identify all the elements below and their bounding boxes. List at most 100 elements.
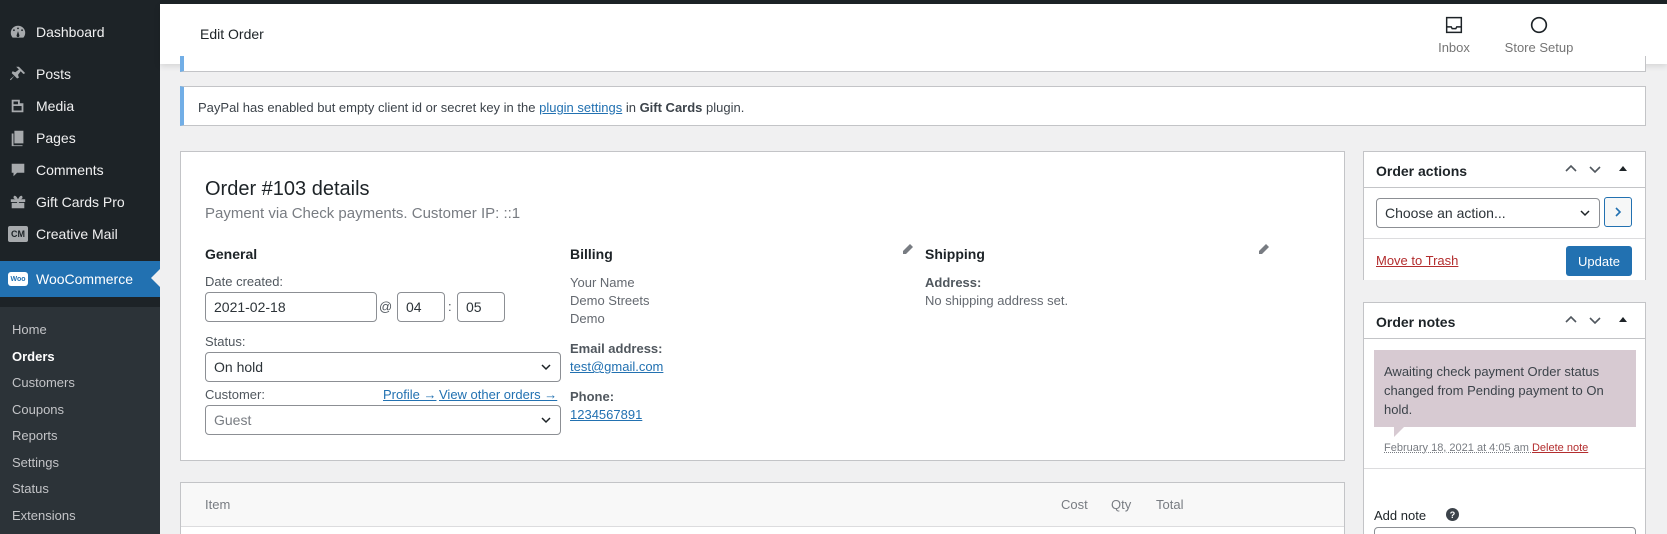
chevron-right-icon bbox=[1615, 207, 1622, 217]
order-heading: Order #103 details bbox=[205, 178, 370, 200]
submenu-item-status[interactable]: Status bbox=[12, 481, 49, 496]
shipping-address-label: Address: bbox=[925, 275, 982, 290]
inbox-label: Inbox bbox=[1438, 40, 1470, 55]
submenu-item-orders[interactable]: Orders bbox=[12, 349, 55, 364]
woocommerce-submenu: Home Orders Customers Coupons Reports Se… bbox=[0, 307, 160, 534]
submenu-item-home[interactable]: Home bbox=[12, 322, 47, 337]
status-value: On hold bbox=[214, 359, 264, 375]
order-notes-box: Order notes Awaiting check payment Order… bbox=[1363, 302, 1646, 534]
submenu-item-coupons[interactable]: Coupons bbox=[12, 402, 64, 417]
help-icon[interactable]: ? bbox=[1446, 508, 1459, 521]
store-setup-label: Store Setup bbox=[1504, 40, 1574, 55]
submenu-item-reports[interactable]: Reports bbox=[12, 428, 58, 443]
submenu-item-extensions[interactable]: Extensions bbox=[12, 508, 76, 523]
sidebar-item-label: Dashboard bbox=[36, 24, 105, 40]
date-created-label: Date created: bbox=[205, 274, 284, 289]
hour-input[interactable]: 04 bbox=[397, 292, 445, 322]
sidebar-item-media[interactable]: Media bbox=[0, 89, 160, 123]
admin-notice-partial bbox=[180, 56, 1646, 72]
woocommerce-icon: Woo bbox=[8, 269, 28, 289]
store-setup-button[interactable]: Store Setup bbox=[1499, 14, 1579, 55]
phone-label: Phone: bbox=[570, 389, 615, 404]
paypal-notice-text: PayPal has enabled but empty client id o… bbox=[198, 100, 745, 115]
edit-billing-pencil-icon[interactable] bbox=[902, 243, 914, 255]
move-down-icon[interactable] bbox=[1588, 313, 1602, 327]
chevron-down-icon bbox=[1580, 210, 1590, 217]
order-actions-footer: Move to Trash Update bbox=[1364, 238, 1645, 280]
admin-sidebar: Dashboard Posts Media Pages Comments Gif… bbox=[0, 0, 160, 534]
move-down-icon[interactable] bbox=[1588, 162, 1602, 176]
sidebar-item-label: Creative Mail bbox=[36, 226, 118, 242]
paypal-notice: PayPal has enabled but empty client id o… bbox=[180, 86, 1646, 126]
sidebar-item-posts[interactable]: Posts bbox=[0, 57, 160, 91]
customer-profile-link[interactable]: Profile → bbox=[383, 387, 436, 402]
order-items-panel: Item Cost Qty Total bbox=[180, 482, 1345, 534]
dashboard-icon bbox=[8, 22, 28, 42]
order-notes-title: Order notes bbox=[1376, 314, 1456, 330]
billing-phone-link[interactable]: 1234567891 bbox=[570, 407, 642, 422]
sidebar-item-comments[interactable]: Comments bbox=[0, 153, 160, 187]
at-separator: @ bbox=[379, 299, 393, 314]
sidebar-item-woocommerce[interactable]: Woo WooCommerce bbox=[0, 261, 160, 297]
customer-select[interactable]: Guest bbox=[205, 405, 561, 435]
shipping-title: Shipping bbox=[925, 246, 985, 262]
sidebar-item-label: WooCommerce bbox=[36, 271, 133, 287]
order-notes-header: Order notes bbox=[1364, 303, 1645, 339]
general-title: General bbox=[205, 246, 258, 262]
order-action-value: Choose an action... bbox=[1385, 205, 1506, 221]
customer-value: Guest bbox=[214, 412, 252, 428]
billing-email-link[interactable]: test@gmail.com bbox=[570, 359, 663, 374]
store-setup-progress-icon bbox=[1530, 16, 1548, 34]
view-other-orders-link[interactable]: View other orders → bbox=[439, 387, 557, 402]
collapse-toggle-icon[interactable] bbox=[1616, 162, 1630, 176]
order-note: Awaiting check payment Order status chan… bbox=[1374, 350, 1636, 437]
add-note-textarea[interactable] bbox=[1374, 527, 1636, 534]
items-table-header: Item Cost Qty Total bbox=[181, 483, 1344, 527]
collapse-toggle-icon[interactable] bbox=[1616, 313, 1630, 327]
media-icon bbox=[8, 96, 28, 116]
page-title: Edit Order bbox=[200, 26, 264, 42]
column-header-cost: Cost bbox=[1061, 497, 1088, 512]
billing-title: Billing bbox=[570, 246, 613, 262]
order-note-meta: February 18, 2021 at 4:05 am Delete note bbox=[1384, 442, 1588, 454]
creative-mail-icon: CM bbox=[8, 224, 28, 244]
date-created-input[interactable]: 2021-02-18 bbox=[205, 292, 377, 322]
sidebar-item-pages[interactable]: Pages bbox=[0, 121, 160, 155]
sidebar-item-dashboard[interactable]: Dashboard bbox=[0, 15, 160, 49]
inbox-button[interactable]: Inbox bbox=[1414, 14, 1494, 55]
comment-icon bbox=[8, 160, 28, 180]
billing-address-line: Demo Streets bbox=[570, 293, 650, 308]
order-details-panel: Order #103 details Payment via Check pay… bbox=[180, 151, 1345, 461]
add-note-label: Add note bbox=[1374, 508, 1427, 523]
move-to-trash-link[interactable]: Move to Trash bbox=[1376, 253, 1458, 268]
email-label: Email address: bbox=[570, 341, 663, 356]
sidebar-item-gift-cards-pro[interactable]: Gift Cards Pro bbox=[0, 185, 160, 219]
order-payment-info: Payment via Check payments. Customer IP:… bbox=[205, 205, 521, 222]
plugin-settings-link[interactable]: plugin settings bbox=[539, 100, 622, 115]
column-header-qty: Qty bbox=[1111, 497, 1132, 512]
apply-action-button[interactable] bbox=[1604, 197, 1632, 227]
order-action-select[interactable]: Choose an action... bbox=[1376, 198, 1600, 228]
status-select[interactable]: On hold bbox=[205, 352, 561, 382]
billing-address-line: Demo bbox=[570, 311, 605, 326]
move-up-icon[interactable] bbox=[1564, 162, 1578, 176]
gift-cards-icon bbox=[8, 192, 28, 212]
submenu-item-settings[interactable]: Settings bbox=[12, 455, 59, 470]
note-date: February 18, 2021 at 4:05 am bbox=[1384, 442, 1532, 454]
minute-input[interactable]: 05 bbox=[457, 292, 505, 322]
chevron-down-icon bbox=[541, 417, 551, 424]
sidebar-item-label: Gift Cards Pro bbox=[36, 194, 125, 210]
delete-note-link[interactable]: Delete note bbox=[1532, 442, 1588, 454]
page-header: Edit Order Inbox Store Setup bbox=[160, 4, 1667, 64]
inbox-icon bbox=[1445, 16, 1463, 34]
sidebar-item-label: Posts bbox=[36, 66, 72, 82]
submenu-item-customers[interactable]: Customers bbox=[12, 375, 75, 390]
update-button[interactable]: Update bbox=[1566, 246, 1632, 276]
billing-address-line: Your Name bbox=[570, 275, 635, 290]
sidebar-item-creative-mail[interactable]: CM Creative Mail bbox=[0, 217, 160, 251]
order-actions-header: Order actions bbox=[1364, 152, 1645, 188]
sidebar-item-label: Media bbox=[36, 98, 75, 114]
edit-shipping-pencil-icon[interactable] bbox=[1258, 243, 1270, 255]
move-up-icon[interactable] bbox=[1564, 313, 1578, 327]
status-label: Status: bbox=[205, 334, 246, 349]
